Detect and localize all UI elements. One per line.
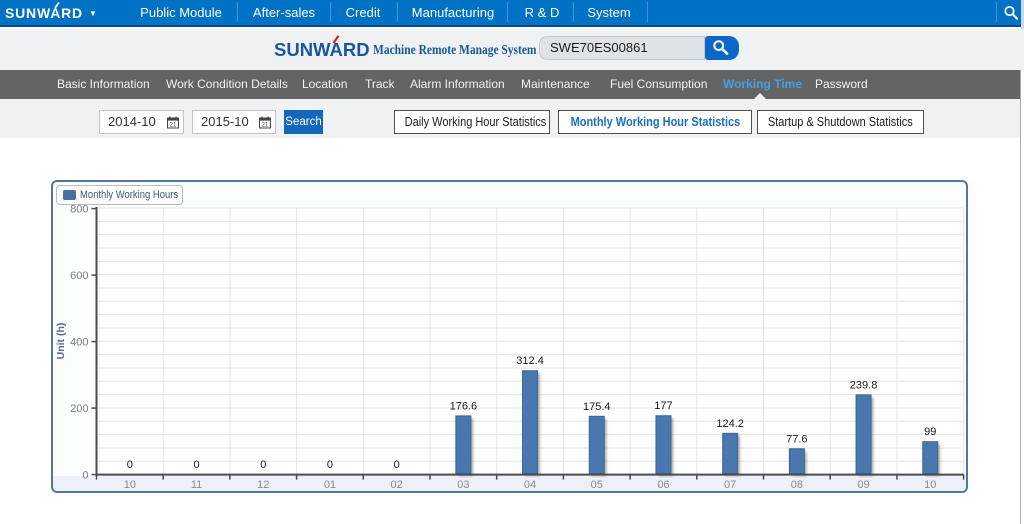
svg-text:0: 0 [394, 459, 400, 471]
svg-text:11: 11 [191, 479, 202, 491]
svg-text:04: 04 [524, 479, 536, 491]
svg-text:0: 0 [82, 470, 88, 482]
svg-text:0: 0 [127, 459, 133, 471]
svg-text:600: 600 [70, 270, 88, 282]
svg-text:06: 06 [657, 479, 669, 491]
svg-text:239.8: 239.8 [850, 379, 878, 391]
svg-text:177: 177 [654, 400, 672, 412]
svg-text:05: 05 [591, 479, 603, 491]
svg-text:02: 02 [391, 479, 403, 491]
svg-text:12: 12 [257, 479, 269, 491]
svg-text:08: 08 [791, 479, 803, 491]
svg-text:0: 0 [193, 459, 199, 471]
svg-text:0: 0 [327, 459, 333, 471]
svg-text:21: 21 [262, 123, 269, 129]
svg-text:77.6: 77.6 [786, 433, 807, 445]
svg-text:07: 07 [724, 479, 736, 491]
svg-text:09: 09 [857, 479, 869, 491]
svg-text:03: 03 [457, 479, 469, 491]
svg-text:124.2: 124.2 [716, 418, 744, 430]
svg-text:400: 400 [70, 337, 88, 349]
svg-text:21: 21 [170, 123, 177, 129]
svg-text:200: 200 [70, 403, 88, 415]
svg-text:10: 10 [124, 479, 136, 491]
svg-text:99: 99 [924, 426, 936, 438]
svg-text:0: 0 [260, 459, 266, 471]
svg-text:176.6: 176.6 [450, 400, 478, 412]
svg-text:175.4: 175.4 [583, 401, 611, 413]
svg-text:312.4: 312.4 [516, 355, 544, 367]
svg-text:01: 01 [324, 479, 336, 491]
svg-text:10: 10 [924, 479, 936, 491]
svg-text:800: 800 [70, 204, 88, 216]
svg-text:Unit (h): Unit (h) [55, 323, 67, 360]
